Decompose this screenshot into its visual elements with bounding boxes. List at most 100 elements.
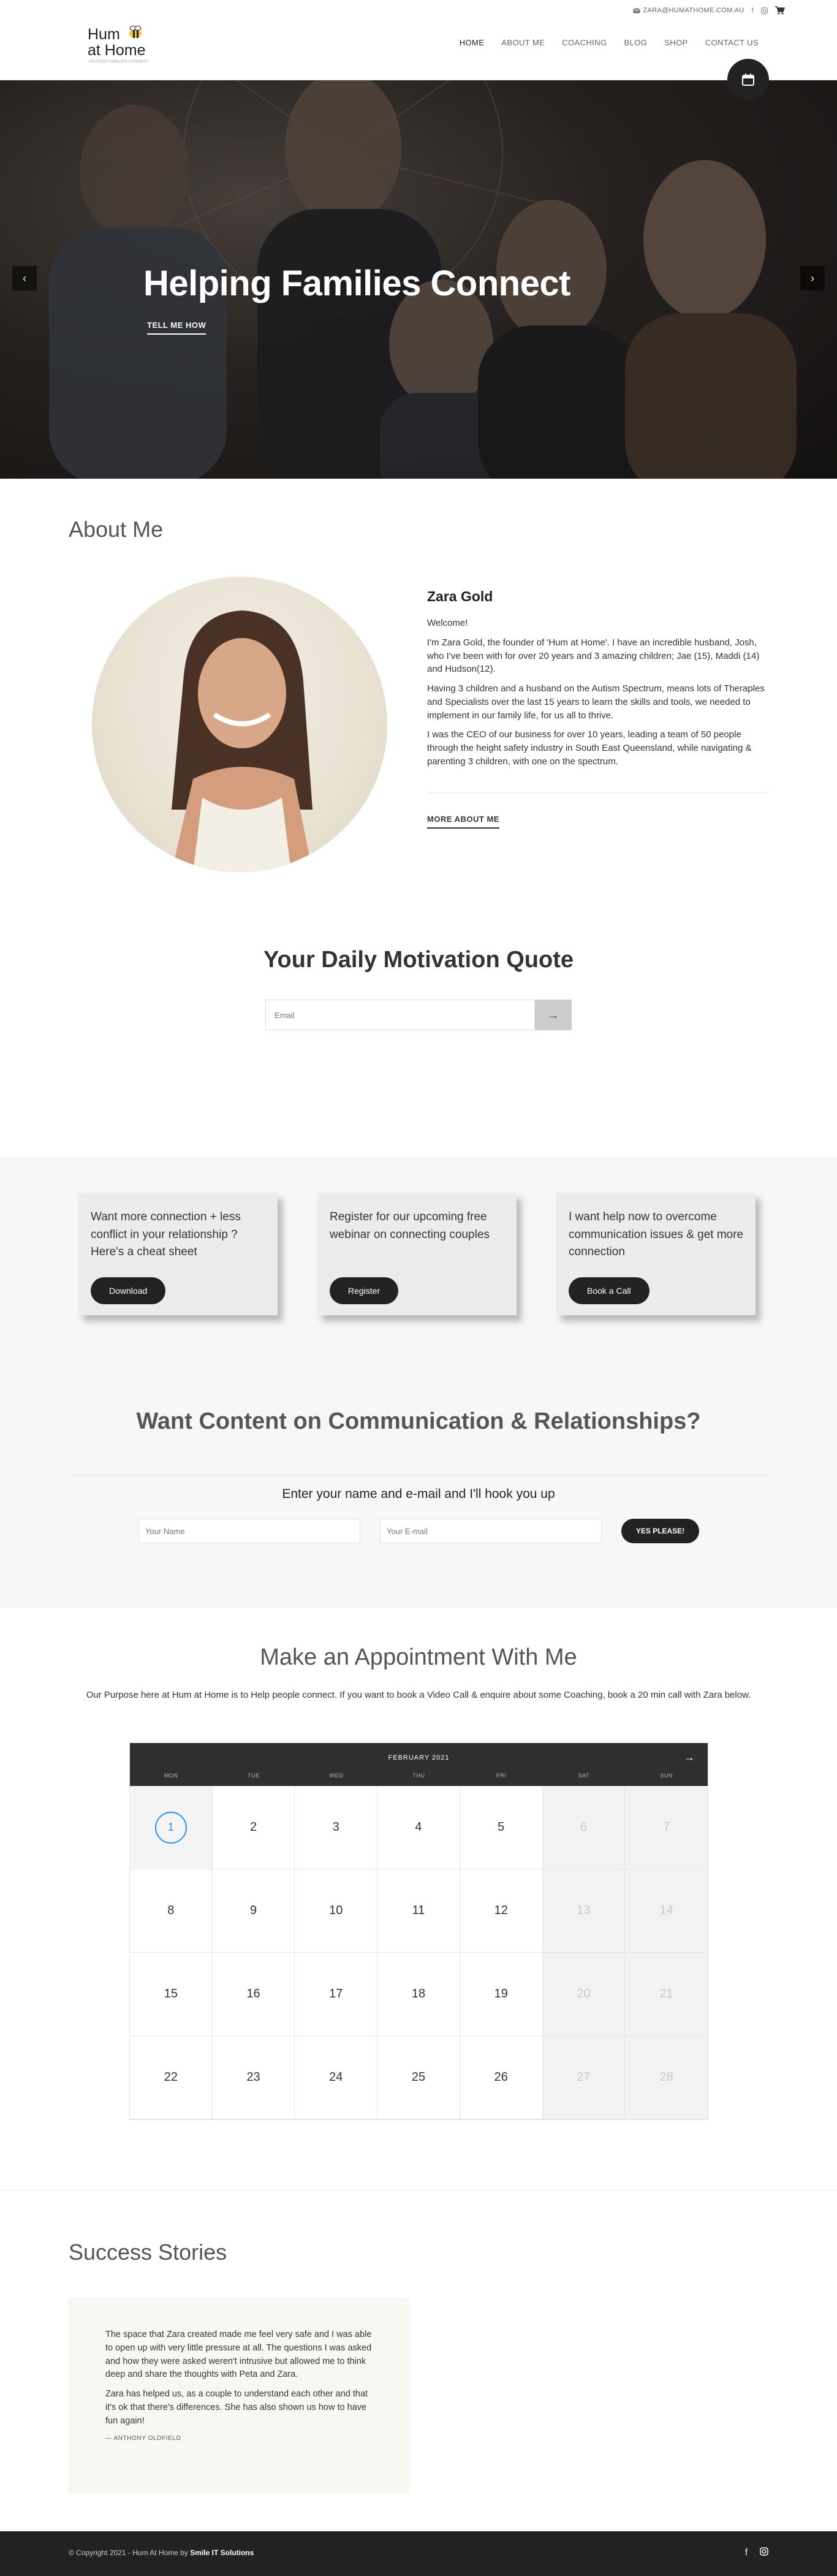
nav-about-me[interactable]: ABOUT ME: [501, 38, 545, 47]
calendar-day[interactable]: 3: [295, 1786, 378, 1869]
calendar-day[interactable]: 12: [460, 1869, 543, 1953]
download-button[interactable]: Download: [91, 1277, 166, 1304]
offer-card-cheat-sheet: Want more connection + less conflict in …: [78, 1193, 278, 1315]
book-a-call-button[interactable]: Book a Call: [569, 1277, 650, 1304]
calendar-day[interactable]: 9: [212, 1869, 295, 1953]
success-heading: Success Stories: [69, 2240, 227, 2265]
calendar-day[interactable]: 2: [212, 1786, 295, 1869]
nav-home[interactable]: HOME: [460, 38, 485, 47]
calendar-day-unavailable: 6: [542, 1786, 626, 1869]
appointment-heading: Make an Appointment With Me: [260, 1644, 577, 1670]
quote-email-input[interactable]: [265, 1000, 535, 1030]
offer-card-text: Register for our upcoming free webinar o…: [330, 1210, 490, 1241]
hero-title: Helping Families Connect: [143, 264, 571, 303]
calendar-day[interactable]: 5: [460, 1786, 543, 1869]
next-month-arrow[interactable]: →: [684, 1751, 695, 1764]
calendar-day[interactable]: 25: [377, 2036, 460, 2119]
founder-name: Zara Gold: [427, 588, 493, 604]
calendar-month: FEBRUARY 2021: [388, 1754, 450, 1761]
weekday-label: TUE: [248, 1772, 260, 1779]
booking-calendar-button[interactable]: [727, 59, 769, 101]
calendar-weekdays: MON TUE WED THU FRI SAT SUN: [130, 1772, 708, 1786]
testimonial-quote: The space that Zara created made me feel…: [105, 2328, 375, 2443]
testimonial-paragraph: The space that Zara created made me feel…: [105, 2330, 372, 2380]
chevron-left-icon: ‹: [23, 272, 26, 284]
subscribe-submit-button[interactable]: YES PLEASE!: [621, 1519, 699, 1543]
testimonial-author: — ANTHONY OLDFIELD: [105, 2435, 181, 2442]
nav-shop[interactable]: SHOP: [664, 38, 687, 47]
calendar-day[interactable]: 15: [130, 1953, 213, 2036]
about-heading: About Me: [69, 517, 164, 542]
quote-signup-form: →: [265, 1000, 572, 1030]
quote-signup-section: Your Daily Motivation Quote →: [0, 938, 837, 1157]
divider: [427, 792, 767, 793]
nav-blog[interactable]: BLOG: [624, 38, 648, 47]
founder-photo: [172, 610, 312, 872]
calendar-day[interactable]: 8: [130, 1869, 213, 1953]
subscribe-email-input[interactable]: [380, 1519, 602, 1543]
today-marker: 1: [154, 1811, 187, 1844]
calendar-day[interactable]: 17: [295, 1953, 378, 2036]
calendar-day[interactable]: 16: [212, 1953, 295, 2036]
offers-subscribe-section: Want more connection + less conflict in …: [0, 1157, 837, 1608]
chevron-right-icon: ›: [811, 272, 814, 284]
about-greeting: Welcome!: [427, 618, 468, 628]
topbar-email-text: ZARA@HUMATHOME.COM.AU: [643, 7, 744, 14]
booking-calendar: FEBRUARY 2021 → MON TUE WED THU FRI SAT …: [129, 1742, 708, 2120]
offer-card-webinar: Register for our upcoming free webinar o…: [317, 1193, 517, 1315]
calendar-grid: 1 2 3 4 5 6 7 8 9 10 11 12 13 14 15 16 1…: [130, 1786, 708, 2119]
calendar-day[interactable]: 19: [460, 1953, 543, 2036]
quote-heading: Your Daily Motivation Quote: [263, 947, 574, 973]
register-button[interactable]: Register: [330, 1277, 399, 1304]
calendar-day[interactable]: 23: [212, 2036, 295, 2119]
testimonial-paragraph: Zara has helped us, as a couple to under…: [105, 2389, 368, 2426]
facebook-icon[interactable]: f: [752, 6, 754, 15]
bee-icon: [129, 26, 142, 38]
subscribe-form: YES PLEASE!: [138, 1519, 699, 1543]
topbar-email-link[interactable]: ZARA@HUMATHOME.COM.AU: [632, 7, 744, 14]
calendar-day[interactable]: 4: [377, 1786, 460, 1869]
logo-line-1: Hum: [88, 26, 120, 43]
calendar-day-unavailable: 28: [625, 2036, 708, 2119]
calendar-day[interactable]: 24: [295, 2036, 378, 2119]
calendar-day[interactable]: 26: [460, 2036, 543, 2119]
offer-card-book-call: I want help now to overcome communicatio…: [556, 1193, 756, 1315]
main-nav: HOME ABOUT ME COACHING BLOG SHOP CONTACT…: [460, 38, 759, 47]
topbar: ZARA@HUMATHOME.COM.AU f: [632, 6, 786, 15]
calendar-day-unavailable: 27: [542, 2036, 626, 2119]
calendar-day-unavailable: 14: [625, 1869, 708, 1953]
calendar-icon: [742, 74, 754, 86]
site-logo[interactable]: Hum at Home HELPING FAMILIES CONNECT: [88, 26, 149, 67]
calendar-day[interactable]: 18: [377, 1953, 460, 2036]
offer-card-text: I want help now to overcome communicatio…: [569, 1210, 744, 1258]
instagram-icon[interactable]: [760, 2547, 768, 2556]
hero-prev-arrow[interactable]: ‹: [12, 266, 37, 291]
subscribe-name-input[interactable]: [138, 1519, 360, 1543]
cart-icon[interactable]: [775, 6, 785, 15]
hero-cta-link[interactable]: TELL ME HOW: [147, 321, 206, 335]
quote-submit-button[interactable]: →: [535, 1000, 572, 1030]
calendar-day-today[interactable]: 1: [130, 1786, 213, 1869]
nav-contact-us[interactable]: CONTACT US: [705, 38, 759, 47]
calendar-day[interactable]: 10: [295, 1869, 378, 1953]
facebook-icon[interactable]: f: [745, 2547, 748, 2558]
about-paragraph: I'm Zara Gold, the founder of 'Hum at Ho…: [427, 637, 760, 675]
appointment-section: Make an Appointment With Me Our Purpose …: [0, 1608, 837, 2190]
hero-next-arrow[interactable]: ›: [800, 266, 825, 291]
calendar-day-unavailable: 21: [625, 1953, 708, 2036]
weekday-label: THU: [412, 1772, 425, 1779]
instagram-icon[interactable]: [761, 7, 768, 14]
offer-card-text: Want more connection + less conflict in …: [91, 1210, 241, 1258]
site-header: ZARA@HUMATHOME.COM.AU f Hum at Home HELP…: [0, 0, 837, 101]
footer-copyright: © Copyright 2021 - Hum At Home by Smile …: [69, 2548, 254, 2557]
calendar-header: FEBRUARY 2021 →: [130, 1743, 708, 1772]
nav-coaching[interactable]: COACHING: [562, 38, 607, 47]
calendar-day-unavailable: 13: [542, 1869, 626, 1953]
calendar-day[interactable]: 22: [130, 2036, 213, 2119]
about-body: Welcome! I'm Zara Gold, the founder of '…: [427, 617, 767, 775]
footer-company-link[interactable]: Smile IT Solutions: [190, 2548, 254, 2557]
footer-social: f: [745, 2547, 768, 2558]
more-about-me-link[interactable]: MORE ABOUT ME: [427, 815, 499, 829]
calendar-day[interactable]: 11: [377, 1869, 460, 1953]
subscribe-lead: Enter your name and e-mail and I'll hook…: [282, 1487, 555, 1501]
